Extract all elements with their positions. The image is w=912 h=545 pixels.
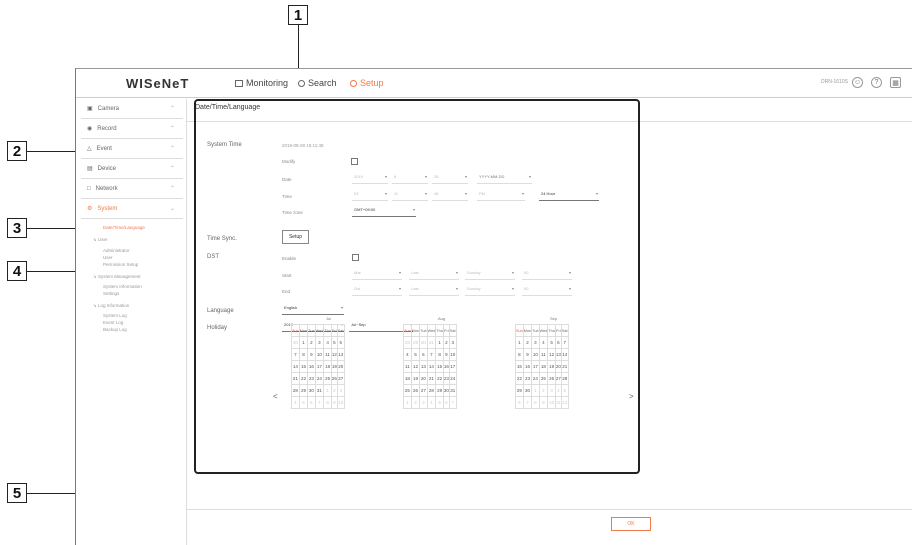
menu-monitoring[interactable]: Monitoring [235,78,288,88]
callout-2: 2 [7,141,27,161]
menu-search[interactable]: Search [298,78,337,88]
search-icon [298,79,305,87]
sidebar-item-camera[interactable]: ▣ Camera ⌃ [81,99,183,119]
sidebar-sub-backup-log[interactable]: Backup Log [103,327,127,332]
callout-1: 1 [288,5,308,25]
menu-monitoring-label: Monitoring [246,78,289,88]
sidebar: ▣ Camera ⌃ ◉ Record ⌃ △ Event ⌃ ▤ Device ⌃ □ Netw… [81,99,186,545]
sidebar-item-label: Record [97,125,117,132]
brand-logo: WISeNeT [126,76,190,91]
menu-search-label: Search [308,78,337,88]
sidebar-sub-date-time-language[interactable]: Date/Time/Language [103,225,145,230]
monitor-icon [235,79,243,87]
help-icon[interactable]: ? [871,77,882,88]
camera-icon: ▣ [87,106,93,112]
sidebar-sub-user-group-label: User [98,237,108,242]
gear-icon [350,79,357,87]
callout-1-line [298,25,299,72]
sidebar-sub-administrator[interactable]: Administrator [103,248,130,253]
device-icon: ▤ [87,166,93,172]
chevron-up-icon: ⌃ [169,106,175,112]
record-icon: ◉ [87,126,93,132]
callout-3-line [27,228,82,229]
sidebar-item-label: Device [97,165,117,172]
sidebar-item-label: Camera [97,105,120,112]
device-name: DRN-1610S [821,79,848,85]
sidebar-sub-system-log[interactable]: System Log [103,313,127,318]
menu-setup-label: Setup [360,78,384,88]
sidebar-sub-system-management-label: System Management [98,274,141,279]
sidebar-sub-user-group[interactable]: ↳ User [93,237,108,243]
bell-icon: △ [87,146,92,152]
top-bar: WISeNeT Monitoring Search Setup DRN-1610… [76,69,912,98]
sidebar-item-label: Event [96,145,112,152]
callout-2-line [27,151,80,152]
sidebar-sub-settings[interactable]: Settings [103,291,119,296]
user-icon[interactable]: ☺ [852,77,863,88]
sidebar-item-system[interactable]: ⚙ System ⌄ [81,199,183,219]
sidebar-sub-system-management[interactable]: ↳ System Management [93,274,141,280]
callout-4-highlight [194,99,640,474]
gear-icon: ⚙ [87,206,93,212]
sidebar-item-label: Network [95,185,118,192]
grid-icon[interactable]: ▦ [890,77,901,88]
callout-3: 3 [7,218,27,238]
network-icon: □ [87,185,91,192]
chevron-down-icon: ⌄ [169,206,175,212]
ok-button[interactable]: OK [611,517,651,531]
sidebar-sub-system-information[interactable]: System Information [103,284,142,289]
chevron-up-icon: ⌃ [169,146,175,152]
sidebar-item-event[interactable]: △ Event ⌃ [81,139,183,159]
sidebar-item-device[interactable]: ▤ Device ⌃ [81,159,183,179]
sidebar-sub-event-log[interactable]: Event Log [103,320,123,325]
sidebar-sub-log-information[interactable]: ↳ Log Information [93,303,129,309]
chevron-up-icon: ⌃ [169,166,175,172]
sidebar-item-label: System [97,205,118,212]
sidebar-item-record[interactable]: ◉ Record ⌃ [81,119,183,139]
sidebar-sub-user[interactable]: User [103,255,113,260]
footer-divider [187,509,912,510]
menu-setup[interactable]: Setup [350,78,384,88]
chevron-up-icon: ⌃ [169,126,175,132]
sidebar-sub-log-information-label: Log Information [98,303,130,308]
callout-5: 5 [7,483,27,503]
sidebar-sub-permission-setup[interactable]: Permission Setup [103,262,138,267]
sidebar-item-network[interactable]: □ Network ⌃ [81,179,183,199]
chevron-up-icon: ⌃ [169,186,175,192]
callout-4: 4 [7,261,27,281]
